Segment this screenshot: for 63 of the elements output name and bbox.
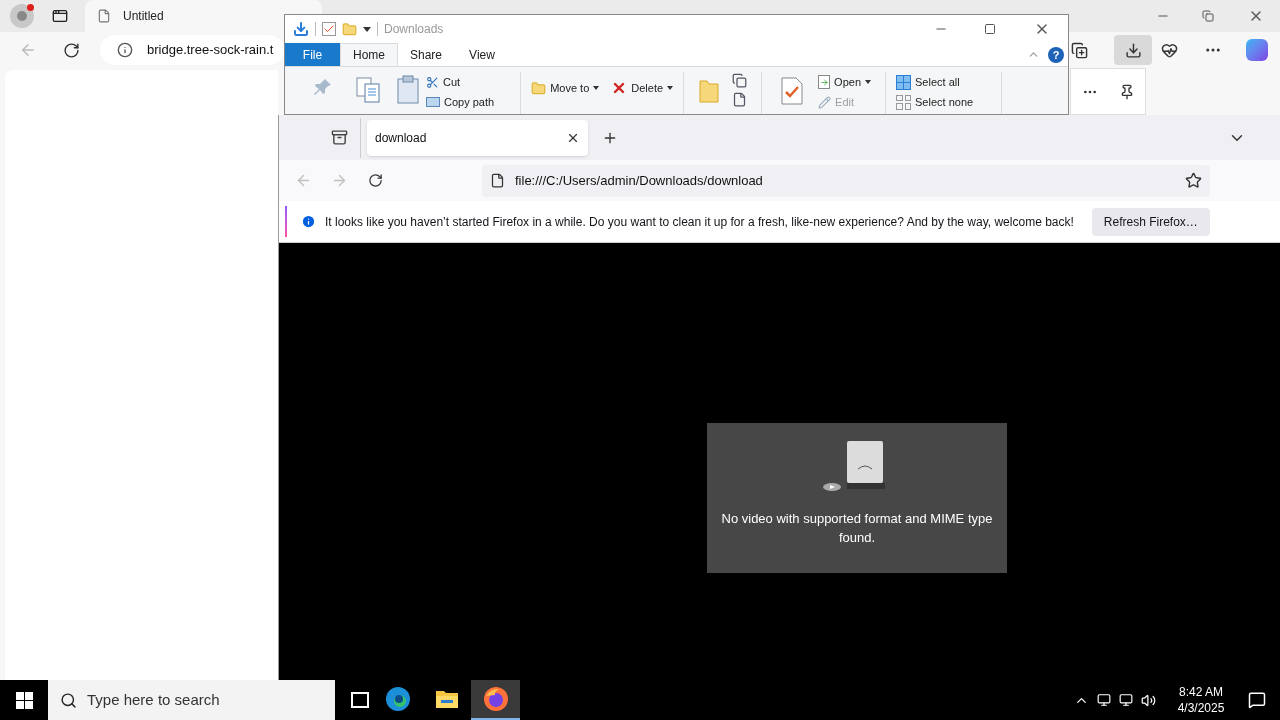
properties-icon[interactable] [780,76,805,106]
profile-icon[interactable] [10,4,34,28]
tab-actions-icon[interactable] [52,8,68,24]
notifications-icon[interactable] [1248,691,1266,709]
ribbon-command[interactable]: Copy path [422,92,499,112]
bookmark-icon[interactable] [1185,172,1202,189]
search-field[interactable]: Type here to search [48,680,335,720]
browser-tab[interactable]: Untitled [85,0,322,32]
edge-icon [384,686,411,712]
edit-icon [818,95,832,109]
folder-icon [434,689,459,709]
refresh-icon[interactable] [63,41,80,59]
ribbon-tab[interactable]: Share [398,43,454,66]
info-icon [301,214,316,229]
ribbon-command[interactable]: Cut [422,72,499,92]
notification-message: It looks like you haven’t started Firefox in a while. Do you want to clean it up for a fresh, like-new experience? And by the way, welcome back! [325,213,1074,231]
health-icon[interactable] [1161,41,1178,59]
downloads-button[interactable] [1114,35,1152,65]
download-icon [293,21,309,37]
ribbon-command[interactable]: Open [814,72,875,92]
refresh-button[interactable]: Refresh Firefox… [1091,207,1210,236]
window-title: Downloads [384,21,444,38]
search-icon [60,691,77,709]
caret-icon [865,80,871,84]
page-icon [490,173,505,188]
ribbon-tab[interactable]: Home [340,43,398,66]
reload-icon[interactable] [368,173,383,188]
ribbon-tab[interactable]: File [285,43,340,66]
firefox-icon [482,686,509,712]
restore-icon[interactable] [1202,10,1214,22]
help-icon[interactable]: ? [1048,47,1064,63]
folder-icon [531,80,547,96]
properties-icon[interactable] [322,22,336,36]
tab-title: Untitled [123,8,164,25]
open-icon [818,75,831,89]
maximize-icon[interactable] [984,23,996,35]
page-icon [97,9,111,23]
info-icon [117,42,133,58]
select-all-icon [896,74,911,90]
ribbon-command[interactable]: Delete [607,78,678,98]
select-none-icon [896,94,911,110]
caret-icon [667,86,674,90]
ribbon-tab[interactable]: View [454,43,510,66]
browser-tab[interactable]: download [367,119,588,156]
new-item-icon[interactable] [732,73,748,88]
tab-title: download [375,129,428,147]
start-icon[interactable] [16,691,33,709]
ribbon-command[interactable]: Select none [892,92,978,112]
volume-icon[interactable] [1141,692,1156,708]
copilot-icon[interactable] [1246,39,1268,61]
tab-overview-icon[interactable] [331,129,348,146]
url-bar[interactable]: file:///C:/Users/admin/Downloads/download [482,164,1210,197]
download-icon [1124,41,1142,59]
error-message: No video with supported format and MIME type found. [720,510,994,547]
scissors-icon [426,75,439,89]
clock[interactable]: 8:42 AM 4/3/2025 [1166,684,1236,716]
caret-icon[interactable] [363,26,371,32]
address-bar[interactable]: bridge.tree-sock-rain.t [100,35,284,65]
caret-icon [593,86,600,90]
ribbon-command[interactable]: Select all [892,72,978,92]
collections-icon[interactable] [1071,41,1088,59]
task-view-icon[interactable] [351,692,369,708]
ribbon-command[interactable]: Move to [527,78,604,98]
